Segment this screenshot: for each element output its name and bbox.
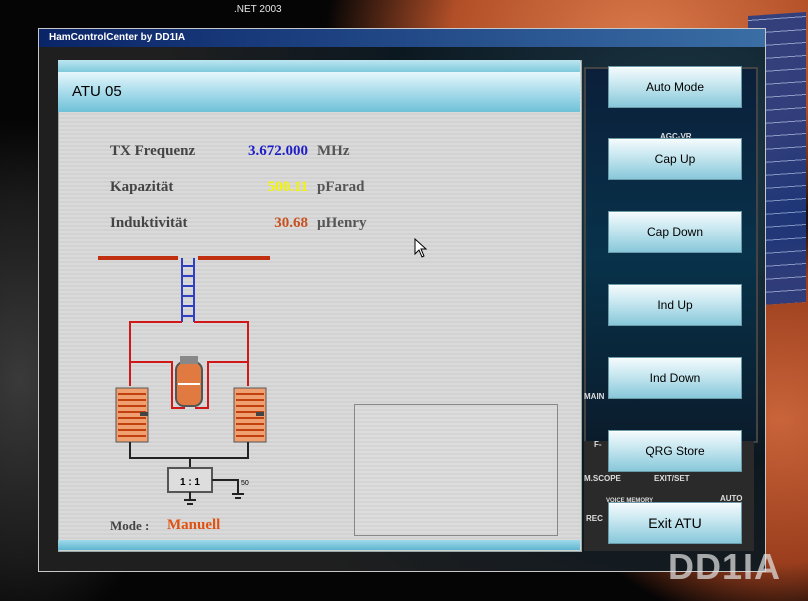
atu-panel-top-bar [58,60,580,72]
ind-up-button[interactable]: Ind Up [608,284,742,326]
capacity-unit: pFarad [317,179,365,195]
inductivity-unit: µHenry [317,215,367,231]
watermark-text: DD1IA [668,546,782,587]
mode-value: Manuell [167,517,221,533]
coil-right-icon [233,387,267,443]
tx-frequency-unit: MHz [317,143,350,159]
radio-label-exitset: EXIT/SET [654,474,690,483]
tx-frequency-label: TX Frequenz [110,143,196,159]
coil-left-icon [115,387,149,443]
radio-label-f: F- [594,440,602,449]
qrg-store-button[interactable]: QRG Store [608,430,742,472]
cap-down-button[interactable]: Cap Down [608,211,742,253]
auto-mode-button[interactable]: Auto Mode [608,66,742,108]
capacity-value: 500.11 [267,179,308,195]
radio-label-rec: REC [586,514,603,523]
mode-label: Mode : [110,518,150,533]
framework-label: .NET 2003 [234,4,282,15]
ind-down-button[interactable]: Ind Down [608,357,742,399]
tx-frequency-value: 3.672.000 [248,143,308,159]
feedline-ladder [181,258,195,322]
capacity-label: Kapazität [110,179,174,195]
wire-left-top [129,321,182,386]
atu-header: ATU 05 [58,72,580,112]
cap-up-button[interactable]: Cap Up [608,138,742,180]
radio-label-mscope: M.SCOPE [584,474,621,483]
variable-capacitor-icon [175,356,203,407]
coax-ground-icon [232,493,244,499]
wire-coax [212,479,239,494]
inductivity-value: 30.68 [274,215,308,231]
atu-circuit-diagram: 1 : 1 50 [98,256,270,505]
wire-bottom-left [129,442,191,468]
wire-bottom-right [190,442,249,459]
preview-box [354,404,558,536]
exit-atu-button[interactable]: Exit ATU [608,502,742,544]
atu-panel-bottom-bar [58,540,580,550]
balun-label: 1 : 1 [180,477,200,488]
inductivity-label: Induktivität [110,215,188,231]
mouse-pointer-icon [414,238,428,258]
ground-icon [184,492,196,505]
impedance-label: 50 [241,480,249,487]
radio-label-main: MAIN [584,392,605,401]
window-title: HamControlCenter by DD1IA [39,29,765,47]
